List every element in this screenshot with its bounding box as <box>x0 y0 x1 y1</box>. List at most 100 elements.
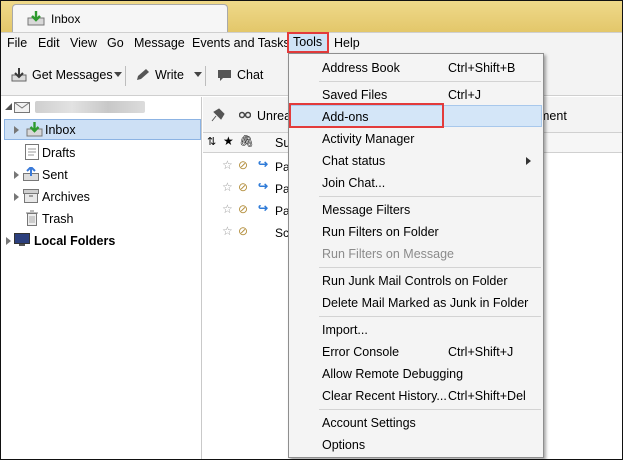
menu-item-shortcut: Ctrl+Shift+J <box>448 345 514 359</box>
menu-run-filters-folder[interactable]: Run Filters on Folder <box>289 221 543 242</box>
menu-item-label: Allow Remote Debugging <box>322 367 464 381</box>
attachment-icon: ⊘ <box>238 180 249 194</box>
menu-go[interactable]: Go <box>107 36 124 50</box>
menu-item-label: Account Settings <box>322 416 416 430</box>
menu-message[interactable]: Message <box>134 36 185 50</box>
menu-help[interactable]: Help <box>334 36 360 50</box>
menu-separator <box>319 81 541 82</box>
trash-icon <box>26 210 38 226</box>
menu-item-shortcut: Ctrl+Shift+B <box>448 61 516 75</box>
archive-icon <box>23 189 39 203</box>
menu-item-label: Run Filters on Message <box>322 247 455 261</box>
menu-run-filters-message: Run Filters on Message <box>289 243 543 264</box>
attachment-icon: ⊘ <box>238 202 249 216</box>
folder-trash[interactable]: Trash <box>1 208 202 229</box>
star-icon[interactable]: ☆ <box>222 224 233 238</box>
menu-item-label: Message Filters <box>322 203 411 217</box>
menu-item-label: Saved Files <box>322 88 388 102</box>
expand-arrow-icon[interactable] <box>14 193 19 201</box>
attachment-column-icon[interactable]: 🖇 <box>239 134 254 148</box>
menu-clear-history[interactable]: Clear Recent History... Ctrl+Shift+Del <box>289 385 543 406</box>
menu-events-and-tasks[interactable]: Events and Tasks <box>192 36 290 50</box>
menu-view[interactable]: View <box>70 36 97 50</box>
computer-icon <box>14 233 30 246</box>
write-label: Write <box>155 68 184 82</box>
attachment-icon: ⊘ <box>238 224 249 238</box>
write-button[interactable]: Write <box>135 68 184 82</box>
folder-pane: Inbox Drafts Sent Archives Trash Local F… <box>1 97 202 459</box>
menu-item-label: Chat status <box>322 154 386 168</box>
folder-archives[interactable]: Archives <box>1 186 202 207</box>
menu-separator <box>319 196 541 197</box>
menu-separator <box>319 316 541 317</box>
folder-label: Local Folders <box>34 234 116 248</box>
menu-item-label: Error Console <box>322 345 400 359</box>
menu-import[interactable]: Import... <box>289 319 543 340</box>
menu-item-label: Run Junk Mail Controls on Folder <box>322 274 508 288</box>
submenu-arrow-icon <box>526 157 531 165</box>
expand-arrow-icon[interactable] <box>14 126 19 134</box>
menu-remote-debugging[interactable]: Allow Remote Debugging <box>289 363 543 384</box>
menu-run-junk-controls[interactable]: Run Junk Mail Controls on Folder <box>289 270 543 291</box>
collapse-arrow-icon <box>5 103 12 110</box>
pin-icon[interactable] <box>209 108 225 122</box>
toolbar-separator <box>205 66 206 86</box>
menu-chat-status[interactable]: Chat status <box>289 150 543 171</box>
star-icon[interactable]: ☆ <box>222 158 233 172</box>
menu-item-shortcut: Ctrl+J <box>448 88 481 102</box>
folder-label: Archives <box>42 190 90 204</box>
folder-inbox[interactable]: Inbox <box>4 119 201 140</box>
menu-tools[interactable]: Tools <box>293 35 322 49</box>
menu-saved-files[interactable]: Saved Files Ctrl+J <box>289 84 543 105</box>
menu-item-label: Run Filters on Folder <box>322 225 439 239</box>
folder-label: Inbox <box>45 123 76 137</box>
menu-account-settings[interactable]: Account Settings <box>289 412 543 433</box>
menu-item-shortcut: Ctrl+Shift+Del <box>448 389 526 403</box>
reply-arrow-icon: ↪ <box>258 179 269 193</box>
get-messages-dropdown[interactable] <box>114 72 122 77</box>
menu-item-label: Delete Mail Marked as Junk in Folder <box>322 296 529 310</box>
account-row[interactable] <box>1 98 202 119</box>
expand-arrow-icon[interactable] <box>6 237 11 245</box>
folder-drafts[interactable]: Drafts <box>1 142 202 163</box>
menu-delete-junk[interactable]: Delete Mail Marked as Junk in Folder <box>289 292 543 313</box>
inbox-icon <box>26 122 43 137</box>
menu-message-filters[interactable]: Message Filters <box>289 199 543 220</box>
menu-item-label: Address Book <box>322 61 400 75</box>
get-messages-button[interactable]: Get Messages <box>11 68 113 82</box>
tab-strip: Inbox <box>1 1 622 33</box>
envelope-icon <box>14 102 30 113</box>
expand-arrow-icon[interactable] <box>14 171 19 179</box>
attachment-icon: ⊘ <box>238 158 249 172</box>
account-name-redacted <box>35 101 145 113</box>
star-icon[interactable]: ☆ <box>222 180 233 194</box>
star-icon[interactable]: ☆ <box>222 202 233 216</box>
menu-join-chat[interactable]: Join Chat... <box>289 172 543 193</box>
unread-filter-button[interactable]: Unrea <box>257 109 291 123</box>
chat-button[interactable]: Chat <box>217 68 263 82</box>
menu-file[interactable]: File <box>7 36 27 50</box>
write-dropdown[interactable] <box>194 72 202 77</box>
toolbar-separator <box>125 66 126 86</box>
menu-item-label: Activity Manager <box>322 132 415 146</box>
menu-options[interactable]: Options <box>289 434 543 455</box>
star-column-icon[interactable]: ★ <box>223 134 234 148</box>
menu-address-book[interactable]: Address Book Ctrl+Shift+B <box>289 57 543 78</box>
download-icon <box>11 68 27 82</box>
menu-error-console[interactable]: Error Console Ctrl+Shift+J <box>289 341 543 362</box>
pencil-icon <box>137 69 149 80</box>
folder-label: Drafts <box>42 146 76 160</box>
folder-sent[interactable]: Sent <box>1 164 202 185</box>
thread-column-icon[interactable]: ⇅ <box>207 135 216 148</box>
menu-edit[interactable]: Edit <box>38 36 60 50</box>
message-subject: Sc <box>275 226 290 240</box>
menu-separator <box>319 267 541 268</box>
tab-label: Inbox <box>51 12 81 26</box>
menu-activity-manager[interactable]: Activity Manager <box>289 128 543 149</box>
folder-local-folders[interactable]: Local Folders <box>1 230 202 251</box>
reply-arrow-icon: ↪ <box>258 201 269 215</box>
chat-bubble-icon <box>218 70 231 81</box>
folder-label: Sent <box>42 168 68 182</box>
menu-item-label: Import... <box>322 323 368 337</box>
tab-inbox[interactable]: Inbox <box>12 4 228 33</box>
